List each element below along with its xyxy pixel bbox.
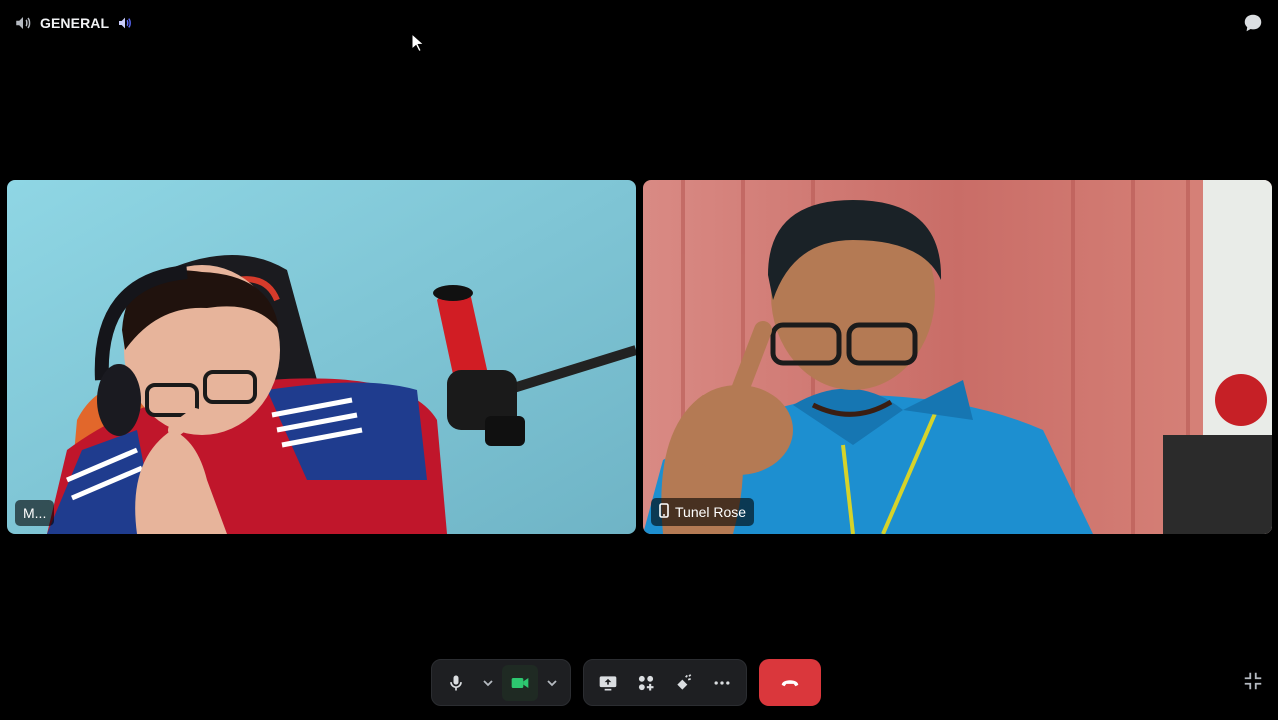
participant-tile[interactable]: M... — [7, 180, 636, 534]
voice-volume-icon — [117, 15, 133, 31]
hang-up-icon — [781, 679, 799, 686]
leave-call-button[interactable] — [759, 659, 821, 706]
camera-button[interactable] — [502, 664, 538, 701]
speaker-icon[interactable] — [14, 14, 32, 32]
chat-toggle-button[interactable] — [1242, 12, 1264, 34]
soundboard-icon — [677, 673, 692, 690]
voice-call-window: GENERAL M... Tunel Rose — [0, 0, 1278, 720]
channel-name: GENERAL — [40, 15, 110, 31]
media-controls-group — [431, 659, 571, 706]
exit-fullscreen-button[interactable] — [1242, 670, 1264, 692]
mouse-cursor-icon — [411, 32, 425, 58]
chat-bubble-icon — [1244, 14, 1262, 32]
participant-name: M... — [23, 505, 47, 521]
chevron-down-icon — [547, 679, 557, 686]
activities-icon — [638, 675, 654, 690]
activity-controls-group — [583, 659, 747, 706]
channel-header: GENERAL — [14, 12, 133, 34]
participant-name-pill: M... — [15, 500, 55, 526]
participant-video-feed — [7, 180, 636, 534]
soundboard-button[interactable] — [666, 665, 702, 701]
collapse-fullscreen-icon — [1244, 672, 1262, 690]
screen-share-button[interactable] — [590, 665, 626, 701]
participant-name-pill: Tunel Rose — [651, 498, 755, 526]
camera-options-button[interactable] — [540, 665, 564, 701]
participant-video-feed — [643, 180, 1272, 534]
microphone-button[interactable] — [438, 665, 474, 701]
more-options-button[interactable] — [704, 665, 740, 701]
microphone-options-button[interactable] — [476, 665, 500, 701]
more-dots-icon — [714, 680, 730, 685]
call-controls-bar — [431, 659, 821, 706]
microphone-icon — [450, 675, 462, 690]
mobile-phone-icon — [659, 503, 669, 521]
activities-button[interactable] — [628, 665, 664, 701]
video-camera-icon — [511, 677, 529, 688]
chevron-down-icon — [483, 679, 493, 686]
participant-name: Tunel Rose — [675, 504, 747, 520]
participant-tile[interactable]: Tunel Rose — [643, 180, 1272, 534]
screen-share-icon — [599, 675, 617, 690]
